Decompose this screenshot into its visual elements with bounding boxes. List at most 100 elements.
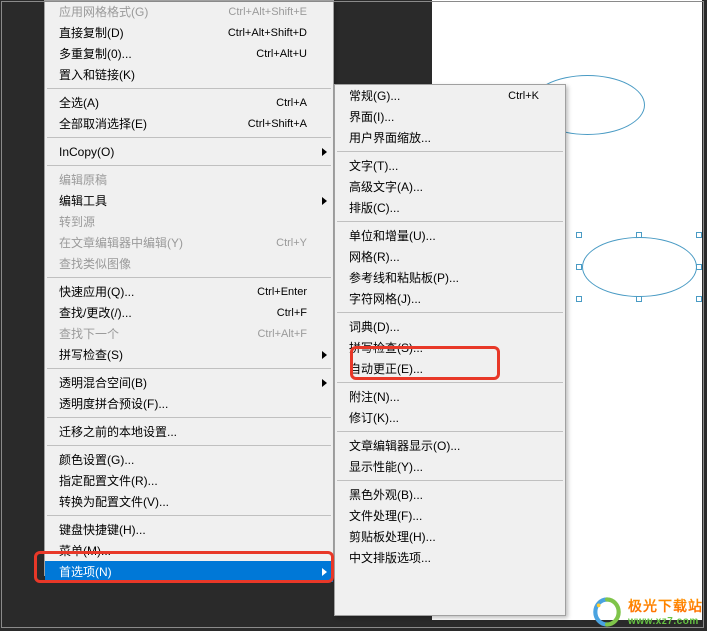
menu-item-label: 颜色设置(G)... xyxy=(59,451,307,468)
main-item[interactable]: 全部取消选择(E) Ctrl+Shift+A xyxy=(45,113,333,134)
sub-item[interactable]: 附注(N)... xyxy=(335,386,565,407)
sub-item[interactable]: 字符网格(J)... xyxy=(335,288,565,309)
menu-separator xyxy=(337,312,563,313)
main-item: 转到源 xyxy=(45,211,333,232)
menu-separator xyxy=(337,480,563,481)
sub-item[interactable]: 常规(G)...Ctrl+K xyxy=(335,85,565,106)
main-item[interactable]: 快速应用(Q)... Ctrl+Enter xyxy=(45,281,333,302)
menu-item-label: 拼写检查(S) xyxy=(59,346,307,363)
sub-item[interactable]: 剪贴板处理(H)... xyxy=(335,526,565,547)
menu-item-label: 拼写检查(S)... xyxy=(349,339,539,356)
main-item[interactable]: 指定配置文件(R)... xyxy=(45,470,333,491)
menu-item-shortcut: Ctrl+Shift+A xyxy=(248,118,307,130)
menu-item-shortcut: Ctrl+Alt+Shift+E xyxy=(228,6,307,18)
sub-item[interactable]: 排版(C)... xyxy=(335,197,565,218)
watermark-url: www.xz7.com xyxy=(628,616,703,627)
main-item[interactable]: 颜色设置(G)... xyxy=(45,449,333,470)
sub-item[interactable]: 修订(K)... xyxy=(335,407,565,428)
sub-item[interactable]: 文件处理(F)... xyxy=(335,505,565,526)
submenu-arrow-icon xyxy=(322,379,327,387)
menu-item-label: 直接复制(D) xyxy=(59,24,212,41)
menu-separator xyxy=(337,382,563,383)
main-item[interactable]: 置入和链接(K) xyxy=(45,64,333,85)
sub-item[interactable]: 中文排版选项... xyxy=(335,547,565,568)
sub-item[interactable]: 单位和增量(U)... xyxy=(335,225,565,246)
menu-separator xyxy=(337,221,563,222)
main-item[interactable]: 迁移之前的本地设置... xyxy=(45,421,333,442)
main-item[interactable]: 转换为配置文件(V)... xyxy=(45,491,333,512)
sub-item[interactable]: 词典(D)... xyxy=(335,316,565,337)
watermark-logo-icon xyxy=(592,597,622,627)
main-item[interactable]: 编辑工具 xyxy=(45,190,333,211)
menu-item-label: 文章编辑器显示(O)... xyxy=(349,437,539,454)
menu-item-label: 全选(A) xyxy=(59,94,260,111)
main-item[interactable]: 多重复制(0)... Ctrl+Alt+U xyxy=(45,43,333,64)
context-menu-edit[interactable]: 应用网格格式(G) Ctrl+Alt+Shift+E 直接复制(D) Ctrl+Alt… xyxy=(44,0,334,576)
menu-item-label: 转到源 xyxy=(59,213,307,230)
menu-item-label: 字符网格(J)... xyxy=(349,290,539,307)
menu-item-label: 查找/更改(/)... xyxy=(59,304,261,321)
main-item[interactable]: 全选(A) Ctrl+A xyxy=(45,92,333,113)
menu-item-label: 菜单(M)... xyxy=(59,542,307,559)
main-item[interactable]: 查找/更改(/)...Ctrl+F xyxy=(45,302,333,323)
main-item[interactable]: 透明度拼合预设(F)... xyxy=(45,393,333,414)
main-item[interactable]: 菜单(M)... xyxy=(45,540,333,561)
main-item: 应用网格格式(G) Ctrl+Alt+Shift+E xyxy=(45,1,333,22)
sub-item[interactable]: 文字(T)... xyxy=(335,155,565,176)
menu-item-label: 应用网格格式(G) xyxy=(59,3,212,20)
sub-item[interactable]: 拼写检查(S)... xyxy=(335,337,565,358)
sub-item[interactable]: 高级文字(A)... xyxy=(335,176,565,197)
main-item[interactable]: 首选项(N) xyxy=(45,561,333,582)
menu-item-label: 排版(C)... xyxy=(349,199,539,216)
menu-item-label: 附注(N)... xyxy=(349,388,539,405)
main-item[interactable]: 透明混合空间(B) xyxy=(45,372,333,393)
submenu-arrow-icon xyxy=(322,148,327,156)
main-item[interactable]: 键盘快捷键(H)... xyxy=(45,519,333,540)
menu-item-label: 黑色外观(B)... xyxy=(349,486,539,503)
menu-item-label: 透明度拼合预设(F)... xyxy=(59,395,307,412)
menu-item-shortcut: Ctrl+Enter xyxy=(257,286,307,298)
menu-item-shortcut: Ctrl+Alt+U xyxy=(256,48,307,60)
sub-item[interactable]: 参考线和粘贴板(P)... xyxy=(335,267,565,288)
menu-separator xyxy=(337,151,563,152)
main-item[interactable]: InCopy(O) xyxy=(45,141,333,162)
menu-item-shortcut: Ctrl+A xyxy=(276,97,307,109)
sub-item[interactable]: 用户界面缩放... xyxy=(335,127,565,148)
sub-item[interactable]: 文章编辑器显示(O)... xyxy=(335,435,565,456)
main-item[interactable]: 拼写检查(S) xyxy=(45,344,333,365)
menu-item-label: 修订(K)... xyxy=(349,409,539,426)
ellipse-shape-2[interactable] xyxy=(582,237,697,297)
main-item: 在文章编辑器中编辑(Y)Ctrl+Y xyxy=(45,232,333,253)
sub-item[interactable]: 黑色外观(B)... xyxy=(335,484,565,505)
watermark-title: 极光下载站 xyxy=(628,596,703,616)
menu-item-label: 网格(R)... xyxy=(349,248,539,265)
menu-item-label: 常规(G)... xyxy=(349,87,492,104)
menu-separator xyxy=(47,417,331,418)
menu-item-label: 文字(T)... xyxy=(349,157,539,174)
menu-item-label: 多重复制(0)... xyxy=(59,45,240,62)
menu-item-label: 键盘快捷键(H)... xyxy=(59,521,307,538)
watermark: 极光下载站 www.xz7.com xyxy=(592,596,703,627)
menu-separator xyxy=(47,277,331,278)
menu-separator xyxy=(47,137,331,138)
menu-item-label: 迁移之前的本地设置... xyxy=(59,423,307,440)
menu-item-label: 全部取消选择(E) xyxy=(59,115,232,132)
menu-item-label: InCopy(O) xyxy=(59,145,307,159)
menu-item-label: 查找下一个 xyxy=(59,325,241,342)
main-item[interactable]: 直接复制(D) Ctrl+Alt+Shift+D xyxy=(45,22,333,43)
menu-separator xyxy=(47,88,331,89)
menu-item-shortcut: Ctrl+Alt+Shift+D xyxy=(228,27,307,39)
menu-item-label: 快速应用(Q)... xyxy=(59,283,241,300)
submenu-arrow-icon xyxy=(322,568,327,576)
context-menu-preferences[interactable]: 常规(G)...Ctrl+K 界面(I)... 用户界面缩放... 文字(T)... 高… xyxy=(334,84,566,616)
menu-item-label: 转换为配置文件(V)... xyxy=(59,493,307,510)
menu-item-label: 界面(I)... xyxy=(349,108,539,125)
menu-item-label: 参考线和粘贴板(P)... xyxy=(349,269,539,286)
menu-item-label: 词典(D)... xyxy=(349,318,539,335)
sub-item[interactable]: 显示性能(Y)... xyxy=(335,456,565,477)
sub-item[interactable]: 自动更正(E)... xyxy=(335,358,565,379)
menu-separator xyxy=(47,165,331,166)
menu-separator xyxy=(47,368,331,369)
sub-item[interactable]: 界面(I)... xyxy=(335,106,565,127)
sub-item[interactable]: 网格(R)... xyxy=(335,246,565,267)
